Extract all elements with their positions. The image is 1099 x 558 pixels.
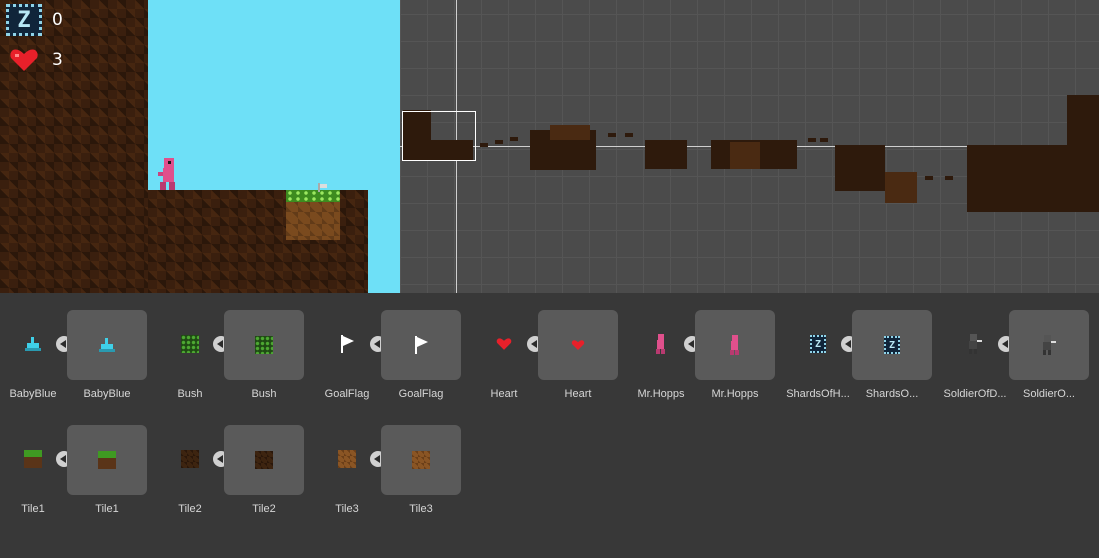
hud-shards: Z 0: [6, 4, 63, 36]
shard-z-icon: Z: [807, 333, 829, 355]
asset-preview-card[interactable]: [67, 310, 147, 380]
scene-platform: [645, 140, 687, 169]
asset-item-shards[interactable]: Z Z ShardsOfH... ShardsO...: [785, 293, 942, 400]
scene-view[interactable]: [400, 0, 1099, 293]
asset-label: Heart: [490, 388, 518, 400]
asset-preview-card[interactable]: Z: [852, 310, 932, 380]
scene-platform: [1067, 95, 1099, 145]
asset-preview-card[interactable]: [538, 310, 618, 380]
asset-item-tile1[interactable]: Tile1 Tile1: [0, 408, 157, 515]
asset-label: Tile1: [95, 503, 119, 515]
game-view[interactable]: Z 0 3: [0, 0, 400, 293]
heart-icon: [571, 340, 585, 350]
asset-label: Bush: [177, 388, 203, 400]
grass-tile-icon: [98, 451, 116, 469]
hud-lives: 3: [6, 48, 63, 72]
light-dirt-tile-icon: [336, 448, 358, 470]
dark-dirt-tile-icon: [179, 448, 201, 470]
asset-preview-card[interactable]: [695, 310, 775, 380]
asset-label: Tile3: [409, 503, 433, 515]
asset-item-tile3[interactable]: Tile3 Tile3: [314, 408, 471, 515]
scene-platform: [925, 176, 933, 180]
scene-platform: [820, 138, 828, 142]
asset-item-heart[interactable]: Heart Heart: [471, 293, 628, 400]
scene-platform: [480, 143, 488, 147]
asset-label: BabyBlue: [83, 388, 131, 400]
project-assets-panel: BabyBlue BabyBlue Bush Bush GoalFlag Goa…: [0, 293, 1099, 558]
scene-platform: [730, 142, 760, 169]
player-character-sprite: [158, 158, 175, 190]
scene-platform: [510, 137, 518, 141]
asset-preview-card[interactable]: [1009, 310, 1089, 380]
shard-z-icon: Z: [884, 336, 900, 354]
asset-label: Mr.Hopps: [637, 388, 685, 400]
goal-flag-icon: [336, 333, 358, 355]
asset-preview-card[interactable]: [224, 310, 304, 380]
shards-count: 0: [52, 10, 63, 30]
bush-sprite-icon: [179, 333, 201, 355]
scene-platform: [885, 172, 917, 203]
baby-blue-sprite-icon: [22, 333, 44, 355]
asset-item-mrhopps[interactable]: Mr.Hopps Mr.Hopps: [628, 293, 785, 400]
mr-hopps-sprite-icon: [730, 335, 739, 355]
goal-flag-icon: [415, 336, 428, 354]
scene-platform: [550, 125, 590, 140]
soldier-sprite-icon: [964, 333, 986, 355]
asset-preview-card[interactable]: [67, 425, 147, 495]
scene-platform: [808, 138, 816, 142]
asset-label: GoalFlag: [398, 388, 444, 400]
light-dirt-tile-icon: [412, 451, 430, 469]
mr-hopps-sprite-icon: [650, 333, 672, 355]
bush-sprite-icon: [255, 336, 273, 354]
small-flag-sprite: [318, 183, 327, 192]
asset-preview-card[interactable]: [224, 425, 304, 495]
asset-label: SoldierOfD...: [943, 388, 1007, 400]
baby-blue-sprite-icon: [99, 338, 115, 352]
asset-item-tile2[interactable]: Tile2 Tile2: [157, 408, 314, 515]
scene-platform: [945, 176, 953, 180]
dirt-wall-left: [0, 0, 148, 293]
asset-label: Tile3: [335, 503, 359, 515]
asset-item-bush[interactable]: Bush Bush: [157, 293, 314, 400]
scene-platform: [967, 145, 1099, 212]
asset-item-soldier[interactable]: SoldierOfD... SoldierO...: [942, 293, 1099, 400]
lives-count: 3: [52, 50, 63, 70]
asset-label: ShardsO...: [865, 388, 919, 400]
asset-item-goalflag[interactable]: GoalFlag GoalFlag: [314, 293, 471, 400]
soldier-sprite-icon: [1043, 335, 1056, 355]
shard-z-icon: Z: [6, 4, 42, 36]
asset-label: BabyBlue: [9, 388, 57, 400]
heart-icon: [493, 333, 515, 355]
heart-icon: [6, 48, 42, 72]
asset-label: ShardsOfH...: [786, 388, 850, 400]
asset-preview-card[interactable]: [381, 310, 461, 380]
asset-preview-card[interactable]: [381, 425, 461, 495]
grass-strip: [286, 190, 340, 202]
asset-label: Bush: [251, 388, 277, 400]
asset-label: Tile2: [178, 503, 202, 515]
scene-platform: [608, 133, 616, 137]
asset-label: Heart: [564, 388, 592, 400]
asset-label: Mr.Hopps: [711, 388, 759, 400]
asset-item-babyblue[interactable]: BabyBlue BabyBlue: [0, 293, 157, 400]
scene-platform: [835, 145, 885, 191]
asset-label: GoalFlag: [324, 388, 370, 400]
scene-platform: [625, 133, 633, 137]
asset-label: SoldierO...: [1023, 388, 1075, 400]
scene-platform: [495, 140, 503, 144]
dark-dirt-tile-icon: [255, 451, 273, 469]
dirt-light-block: [286, 200, 340, 240]
asset-label: Tile1: [21, 503, 45, 515]
grass-tile-icon: [22, 448, 44, 470]
asset-label: Tile2: [252, 503, 276, 515]
camera-bounds-frame[interactable]: [402, 111, 476, 161]
